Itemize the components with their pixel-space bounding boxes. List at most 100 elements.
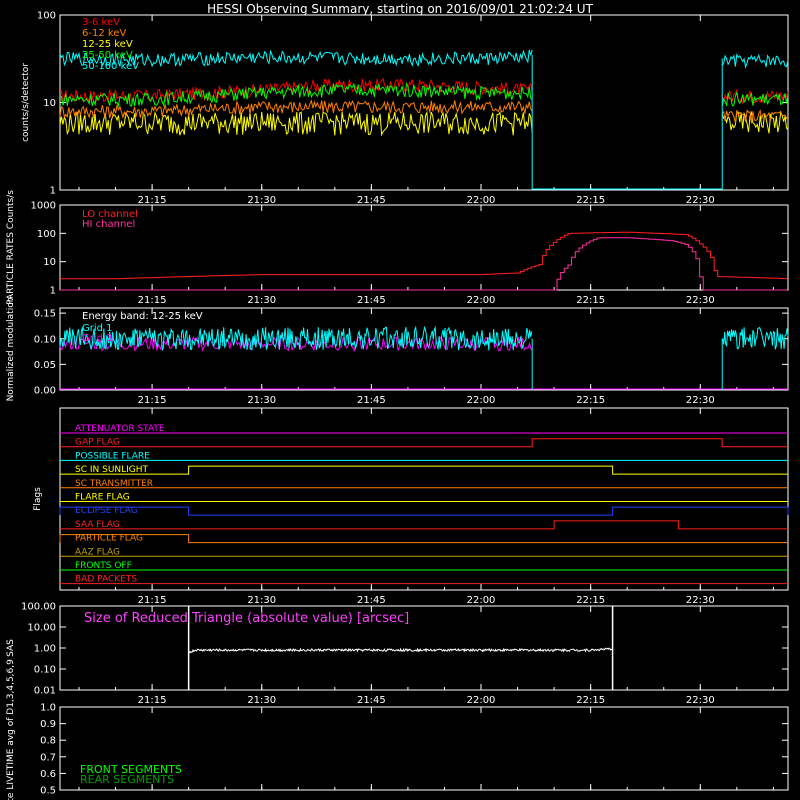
energy-band-label: Energy band: 12-25 keV <box>82 311 203 322</box>
flag-label: PARTICLE FLAG <box>75 534 143 544</box>
panel-frame <box>59 14 789 191</box>
y-tick-label: 0.10 <box>34 334 56 345</box>
flag-line <box>59 506 789 516</box>
panel-4: Flags 21:15 21:30 21:45 22:00 22:15 22:30 ATTEN… <box>33 407 789 606</box>
y-tick-label: 0.05 <box>34 360 56 371</box>
legend-entry: Grid 3 <box>82 333 113 344</box>
x-tick-label: 21:30 <box>247 195 276 206</box>
x-tick-label: 21:15 <box>138 695 167 706</box>
y-tick-label: 0.8 <box>40 736 56 747</box>
y-tick-label: 1 <box>50 286 56 297</box>
y-tick-label: 1.0 <box>40 703 56 714</box>
series-line <box>188 647 613 654</box>
figure-title: HESSI Observing Summary, starting on 201… <box>207 2 593 16</box>
flag-line <box>60 520 788 530</box>
panel-1: 21:15 21:30 21:45 22:00 22:15 22:30 1 10 100 coun… <box>21 11 789 206</box>
y-tick-label: 10.00 <box>27 623 56 634</box>
legend-entry: REAR SEGMENTS <box>80 773 174 786</box>
y-tick-label: 0.5 <box>40 786 56 797</box>
x-tick-label: 21:15 <box>138 295 167 306</box>
x-tick-label: 22:00 <box>467 595 496 606</box>
series-line <box>60 231 788 280</box>
y-axis-label: Flags <box>33 487 43 511</box>
y-tick-label: 1000 <box>31 201 56 212</box>
x-tick-label: 22:15 <box>576 695 605 706</box>
y-tick-label: 0.7 <box>40 752 56 763</box>
x-tick-label: 21:45 <box>357 195 386 206</box>
flag-label: POSSIBLE FLARE <box>75 451 150 461</box>
x-tick-label: 21:30 <box>247 595 276 606</box>
legend-entry: 3-6 keV <box>82 17 120 28</box>
y-tick-label: 0.00 <box>34 386 56 397</box>
x-tick-label: 21:15 <box>138 195 167 206</box>
flag-label: FLARE FLAG <box>75 492 130 502</box>
x-tick-label: 22:30 <box>686 695 715 706</box>
panel-3: 21:15 21:30 21:45 22:00 22:15 22:30 0.00 0.05 0.… <box>6 297 789 406</box>
panels: 21:15 21:30 21:45 22:00 22:15 22:30 1 10 100 coun… <box>6 11 789 800</box>
x-tick-label: 22:00 <box>467 295 496 306</box>
flag-line <box>59 534 788 544</box>
panel-2: 21:15 21:30 21:45 22:00 22:15 22:30 1 10 100 1000… <box>6 190 789 306</box>
y-tick-label: 10 <box>43 257 56 268</box>
y-tick-label: 0.15 <box>34 309 56 320</box>
x-tick-label: 22:30 <box>686 295 715 306</box>
x-tick-label: 22:15 <box>576 595 605 606</box>
flag-label: ATTENUATOR STATE <box>75 424 165 434</box>
flag-label: SC IN SUNLIGHT <box>75 465 149 475</box>
series-line <box>59 99 789 124</box>
y-axis-label: Normalized modulation <box>6 297 16 402</box>
y-tick-label: 1.00 <box>34 644 56 655</box>
x-tick-label: 21:15 <box>138 595 167 606</box>
x-tick-label: 22:00 <box>467 695 496 706</box>
flag-label: GAP FLAG <box>75 438 120 448</box>
x-tick-label: 22:00 <box>467 195 496 206</box>
legend-entry: 50-100 keV <box>82 61 139 72</box>
y-tick-label: 1 <box>50 186 56 197</box>
flag-label: SC TRANSMITTER <box>75 479 153 489</box>
series-line <box>60 237 788 291</box>
y-tick-label: 100.00 <box>21 602 56 613</box>
x-tick-label: 22:00 <box>467 395 496 406</box>
series-line <box>59 49 789 69</box>
x-tick-label: 22:30 <box>686 395 715 406</box>
x-tick-label: 21:45 <box>357 695 386 706</box>
y-axis-label: SAS <box>6 639 16 657</box>
x-tick-label: 21:45 <box>357 595 386 606</box>
y-tick-label: 100 <box>37 229 56 240</box>
y-axis-label: counts/s/detector <box>21 63 31 142</box>
flag-label: ECLIPSE FLAG <box>75 506 138 516</box>
x-tick-label: 22:15 <box>576 195 605 206</box>
x-tick-label: 21:15 <box>138 395 167 406</box>
x-tick-label: 21:30 <box>247 695 276 706</box>
flag-label: SAA FLAG <box>75 520 120 530</box>
x-tick-label: 22:30 <box>686 195 715 206</box>
x-tick-label: 22:30 <box>686 595 715 606</box>
x-tick-label: 21:45 <box>357 295 386 306</box>
y-tick-label: 0.01 <box>34 686 56 697</box>
series-line <box>59 82 789 108</box>
y-axis-label: PARTICLE RATES Counts/s <box>6 190 16 305</box>
y-tick-label: 10 <box>43 98 56 109</box>
legend-entry: 12-25 keV <box>82 39 133 50</box>
x-tick-label: 22:15 <box>576 395 605 406</box>
flag-label: AAZ FLAG <box>75 547 120 557</box>
y-tick-label: 0.9 <box>40 719 56 730</box>
flag-line <box>60 465 788 475</box>
legend-entry: 25-50 keV <box>82 50 133 61</box>
panel-frame <box>59 407 789 591</box>
panel-6: 0.5 0.6 0.7 0.8 0.9 1.0 Mon. Rate LIVETIME avg… <box>6 659 789 800</box>
x-tick-label: 21:30 <box>247 395 276 406</box>
series-line <box>59 110 789 137</box>
panel-5: 21:15 21:30 21:45 22:00 22:15 22:30 0.01 0.10 1.… <box>6 602 789 706</box>
legend-entry: HI channel <box>82 219 135 230</box>
legend-entry: 6-12 keV <box>82 28 126 39</box>
y-tick-label: 100 <box>37 11 56 22</box>
y-tick-label: 0.10 <box>34 665 56 676</box>
x-tick-label: 21:45 <box>357 395 386 406</box>
x-tick-label: 22:15 <box>576 295 605 306</box>
flag-label: FRONTS OFF <box>75 561 132 571</box>
flag-label: BAD PACKETS <box>75 575 137 585</box>
y-axis-label: Mon. Rate LIVETIME avg of D1,3,4,5,6,9 <box>6 659 16 800</box>
y-tick-label: 0.6 <box>40 769 56 780</box>
flag-line <box>60 438 788 448</box>
